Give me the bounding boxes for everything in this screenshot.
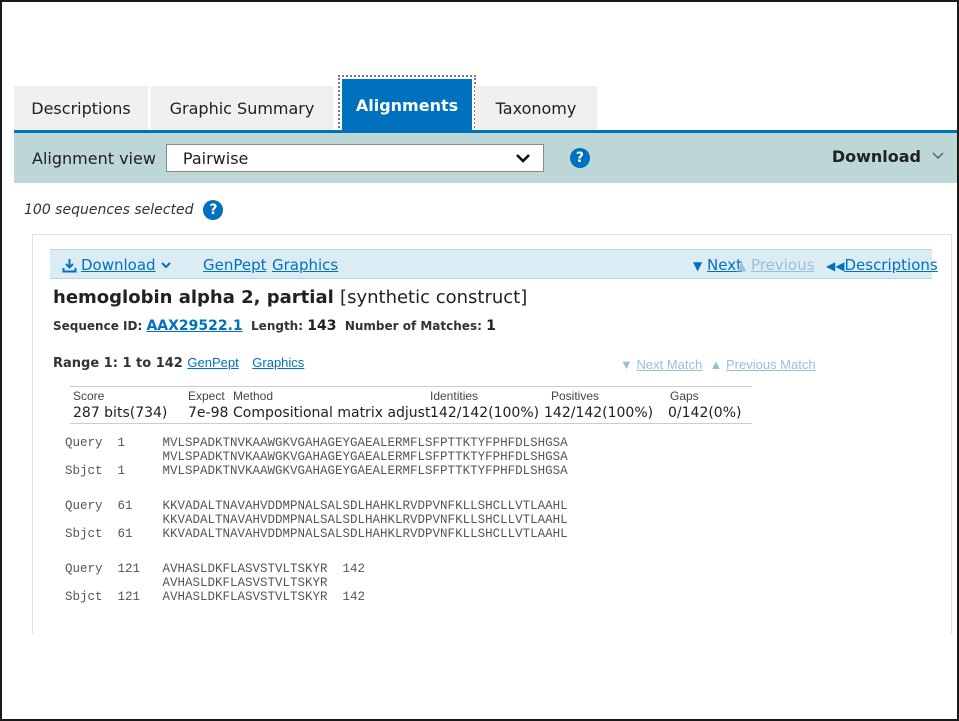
hit-title-text: hemoglobin alpha 2, partial bbox=[53, 287, 334, 308]
alignment-toolbar: Alignment view Pairwise ? Download bbox=[14, 133, 957, 183]
midline: MVLSPADKTNVKAAWGKVGAHAGEYGAEALERMFLSFPTT… bbox=[65, 450, 568, 464]
download-icon bbox=[62, 258, 77, 272]
alignment-view-value: Pairwise bbox=[182, 148, 249, 168]
range-genpept-link[interactable]: GenPept bbox=[187, 355, 238, 370]
seq-id-label: Sequence ID: bbox=[53, 319, 143, 333]
hit-download-button[interactable]: Download bbox=[62, 256, 176, 274]
midline: AVHASLDKFLASVSTVLTSKYR bbox=[65, 576, 328, 590]
stat-header-expect: Expect bbox=[188, 389, 225, 403]
range-graphics-link[interactable]: Graphics bbox=[252, 355, 304, 370]
stat-method: Compositional matrix adjust. bbox=[233, 405, 435, 421]
stat-expect: 7e-98 bbox=[188, 405, 229, 421]
triangle-up-icon: ▲ bbox=[737, 259, 747, 273]
query-line: Query 1 MVLSPADKTNVKAAWGKVGAHAGEYGAEALER… bbox=[65, 436, 568, 450]
page-frame: Descriptions Graphic Summary Alignments … bbox=[0, 0, 959, 721]
graphics-link[interactable]: Graphics bbox=[272, 256, 338, 274]
seq-id-link[interactable]: AAX29522.1 bbox=[146, 318, 242, 334]
descriptions-label: Descriptions bbox=[844, 256, 938, 274]
sequence-info: Sequence ID: AAX29522.1 Length: 143 Numb… bbox=[53, 318, 496, 334]
stat-header-positives: Positives bbox=[551, 389, 600, 403]
sequences-selected-text: 100 sequences selected bbox=[24, 202, 194, 218]
genpept-link[interactable]: GenPept bbox=[203, 256, 267, 274]
tab-alignments[interactable]: Alignments bbox=[338, 75, 476, 135]
triangle-down-icon: ▼ bbox=[620, 357, 633, 372]
stat-positives: 142/142(100%) bbox=[544, 405, 654, 421]
query-line: Query 121 AVHASLDKFLASVSTVLTSKYR 142 bbox=[65, 562, 366, 576]
stat-header-method: Method bbox=[233, 389, 274, 403]
next-link[interactable]: ▼ Next bbox=[693, 256, 742, 274]
download-menu-button[interactable]: Download bbox=[832, 147, 921, 166]
hit-title-organism: [synthetic construct] bbox=[340, 287, 528, 308]
midline: KKVADALTNAVAHVDDMPNALSALSDLHAHKLRVDPVNFK… bbox=[65, 513, 568, 527]
length-value: 143 bbox=[307, 318, 337, 334]
length-label: Length: bbox=[251, 319, 304, 333]
alignment-block: Query 1 MVLSPADKTNVKAAWGKVGAHAGEYGAEALER… bbox=[65, 436, 568, 478]
match-navigation: ▼ Next Match ▲ Previous Match bbox=[620, 357, 816, 372]
previous-match-link: Previous Match bbox=[725, 357, 816, 372]
alignment-view-select[interactable]: Pairwise bbox=[165, 144, 544, 172]
chevron-down-icon bbox=[515, 154, 530, 163]
triangle-up-icon: ▲ bbox=[709, 357, 723, 372]
stat-header-score: Score bbox=[73, 389, 105, 403]
hit-action-bar: Download GenPept Graphics ▼ Next ▲ Previ… bbox=[50, 249, 938, 279]
chevron-down-icon bbox=[160, 262, 171, 269]
alignment-stats-table: Score Expect Method Identities Positives… bbox=[70, 386, 752, 424]
sbjct-line: Sbjct 121 AVHASLDKFLASVSTVLTSKYR 142 bbox=[65, 590, 366, 604]
query-line: Query 61 KKVADALTNAVAHVDDMPNALSALSDLHAHK… bbox=[65, 499, 568, 513]
hit-download-label: Download bbox=[81, 256, 156, 274]
stat-header-gaps: Gaps bbox=[670, 389, 699, 403]
selection-status: 100 sequences selected ? bbox=[24, 200, 224, 220]
range-header: Range 1: 1 to 142 GenPept Graphics bbox=[53, 355, 304, 371]
alignment-block: Query 121 AVHASLDKFLASVSTVLTSKYR 142 AVH… bbox=[65, 562, 365, 604]
matches-label: Number of Matches: bbox=[344, 319, 482, 333]
rewind-icon: ◀◀ bbox=[826, 259, 845, 273]
triangle-down-icon: ▼ bbox=[693, 259, 703, 273]
next-match-link: Next Match bbox=[636, 357, 703, 372]
help-icon[interactable]: ? bbox=[569, 148, 590, 168]
help-icon[interactable]: ? bbox=[203, 200, 224, 220]
chevron-down-icon[interactable] bbox=[931, 149, 945, 163]
tab-taxonomy[interactable]: Taxonomy bbox=[475, 86, 597, 131]
hit-title: hemoglobin alpha 2, partial [synthetic c… bbox=[53, 287, 527, 308]
matches-value: 1 bbox=[486, 318, 496, 334]
alignment-view-label: Alignment view bbox=[32, 148, 156, 168]
range-label: Range 1: 1 to 142 bbox=[53, 356, 183, 371]
previous-label: Previous bbox=[751, 256, 815, 274]
stat-score: 287 bits(734) bbox=[73, 405, 168, 421]
alignment-block: Query 61 KKVADALTNAVAHVDDMPNALSALSDLHAHK… bbox=[65, 499, 568, 541]
sbjct-line: Sbjct 61 KKVADALTNAVAHVDDMPNALSALSDLHAHK… bbox=[65, 527, 568, 541]
results-tabs: Descriptions Graphic Summary Alignments … bbox=[14, 75, 600, 135]
sbjct-line: Sbjct 1 MVLSPADKTNVKAAWGKVGAHAGEYGAEALER… bbox=[65, 464, 568, 478]
tab-graphic-summary[interactable]: Graphic Summary bbox=[151, 86, 333, 131]
previous-link: ▲ Previous bbox=[737, 256, 814, 274]
tab-descriptions[interactable]: Descriptions bbox=[14, 86, 148, 131]
stat-header-identities: Identities bbox=[430, 389, 479, 403]
stat-identities: 142/142(100%) bbox=[430, 405, 540, 421]
stat-gaps: 0/142(0%) bbox=[668, 405, 742, 421]
descriptions-link[interactable]: ◀◀Descriptions bbox=[826, 256, 938, 274]
